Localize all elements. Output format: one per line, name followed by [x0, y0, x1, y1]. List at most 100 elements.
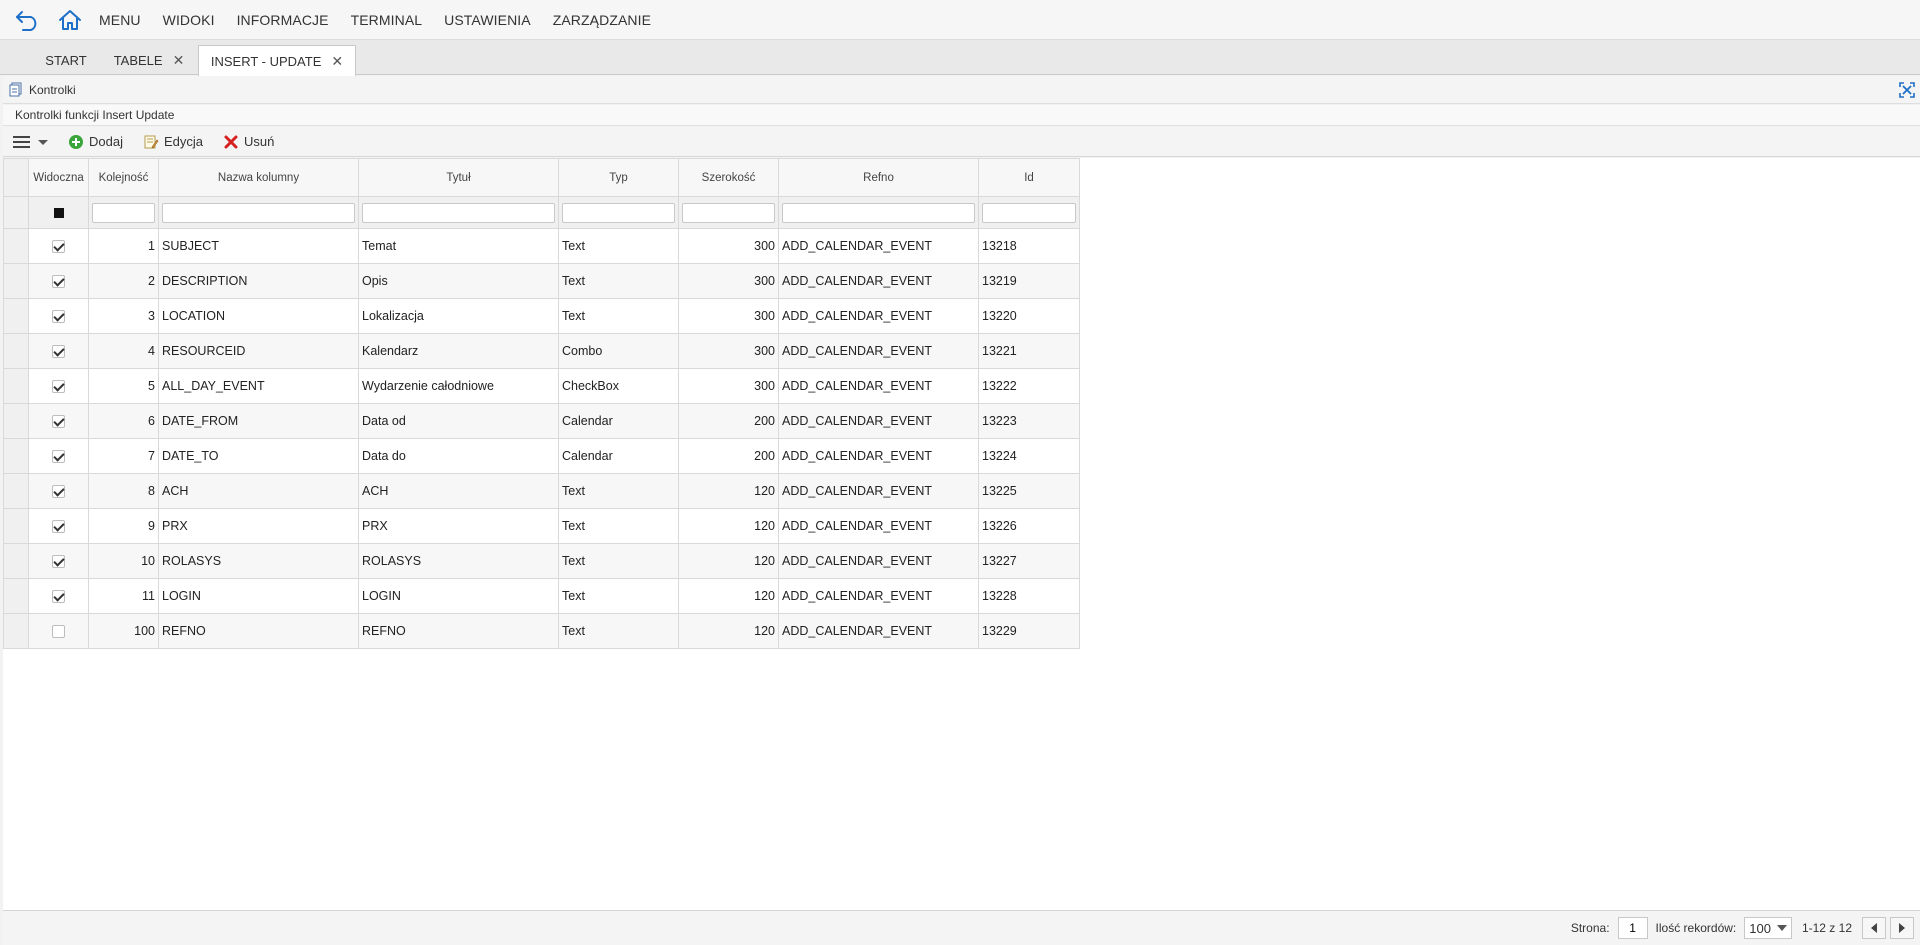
- filter-refno-input[interactable]: [782, 202, 975, 223]
- menu-item-widoki[interactable]: WIDOKI: [163, 12, 215, 28]
- close-icon[interactable]: ✕: [331, 53, 343, 70]
- table-row[interactable]: 11 LOGIN LOGIN Text 120 ADD_CALENDAR_EVE…: [3, 578, 1080, 614]
- checkbox[interactable]: [52, 555, 65, 569]
- table-row[interactable]: 4 RESOURCEID Kalendarz Combo 300 ADD_CAL…: [3, 333, 1080, 369]
- delete-button[interactable]: Usuń: [223, 134, 274, 150]
- checkbox[interactable]: [52, 310, 65, 324]
- visible-cell[interactable]: [28, 613, 89, 649]
- table-row[interactable]: 10 ROLASYS ROLASYS Text 120 ADD_CALENDAR…: [3, 543, 1080, 579]
- title-cell: Data do: [358, 438, 559, 474]
- table-row[interactable]: 6 DATE_FROM Data od Calendar 200 ADD_CAL…: [3, 403, 1080, 439]
- row-header[interactable]: [3, 263, 29, 299]
- row-header[interactable]: [3, 543, 29, 579]
- tab-tabele[interactable]: TABELE ✕: [104, 45, 194, 75]
- filter-typ-input[interactable]: [562, 202, 675, 223]
- width-cell: 300: [678, 263, 779, 299]
- title-cell: Wydarzenie całodniowe: [358, 368, 559, 404]
- table-row[interactable]: 100 REFNO REFNO Text 120 ADD_CALENDAR_EV…: [3, 613, 1080, 649]
- filter-szerokosc-input[interactable]: [682, 202, 775, 223]
- menu-item-ustawienia[interactable]: USTAWIENIA: [444, 12, 531, 28]
- row-header[interactable]: [3, 403, 29, 439]
- row-header[interactable]: [3, 333, 29, 369]
- records-per-page-select[interactable]: 100: [1744, 917, 1792, 939]
- checkbox[interactable]: [52, 415, 65, 429]
- checkbox[interactable]: [52, 275, 65, 289]
- menu-item-menu[interactable]: MENU: [99, 12, 141, 28]
- col-header-id[interactable]: Id: [978, 158, 1080, 197]
- tab-insert-update[interactable]: INSERT - UPDATE ✕: [198, 45, 356, 76]
- visible-cell[interactable]: [28, 333, 89, 369]
- row-header[interactable]: [3, 508, 29, 544]
- width-cell: 120: [678, 613, 779, 649]
- visible-cell[interactable]: [28, 298, 89, 334]
- checkbox[interactable]: [52, 485, 65, 499]
- visible-cell[interactable]: [28, 403, 89, 439]
- visible-cell[interactable]: [28, 508, 89, 544]
- col-header-widoczna[interactable]: Widoczna: [28, 158, 89, 197]
- row-header[interactable]: [3, 473, 29, 509]
- table-row[interactable]: 2 DESCRIPTION Opis Text 300 ADD_CALENDAR…: [3, 263, 1080, 299]
- prev-page-button[interactable]: [1862, 917, 1886, 939]
- menu-item-informacje[interactable]: INFORMACJE: [237, 12, 329, 28]
- refno-cell: ADD_CALENDAR_EVENT: [778, 368, 979, 404]
- checkbox[interactable]: [52, 240, 65, 254]
- filter-id-input[interactable]: [982, 202, 1076, 223]
- close-icon[interactable]: ✕: [173, 52, 185, 69]
- next-page-button[interactable]: [1890, 917, 1914, 939]
- table-row[interactable]: 8 ACH ACH Text 120 ADD_CALENDAR_EVENT 13…: [3, 473, 1080, 509]
- checkbox[interactable]: [52, 520, 65, 534]
- col-header-szerokosc[interactable]: Szerokość: [678, 158, 779, 197]
- checkbox[interactable]: [52, 345, 65, 359]
- checkbox[interactable]: [52, 590, 65, 604]
- maximize-icon[interactable]: [1898, 81, 1916, 99]
- menu-item-terminal[interactable]: TERMINAL: [351, 12, 423, 28]
- table-row[interactable]: 1 SUBJECT Temat Text 300 ADD_CALENDAR_EV…: [3, 228, 1080, 264]
- visible-cell[interactable]: [28, 263, 89, 299]
- edit-button-label: Edycja: [163, 134, 203, 149]
- refno-cell: ADD_CALENDAR_EVENT: [778, 613, 979, 649]
- refno-cell: ADD_CALENDAR_EVENT: [778, 578, 979, 614]
- visible-cell[interactable]: [28, 438, 89, 474]
- refno-cell: ADD_CALENDAR_EVENT: [778, 438, 979, 474]
- table-row[interactable]: 9 PRX PRX Text 120 ADD_CALENDAR_EVENT 13…: [3, 508, 1080, 544]
- row-header[interactable]: [3, 578, 29, 614]
- visible-cell[interactable]: [28, 368, 89, 404]
- checkbox[interactable]: [52, 380, 65, 394]
- table-row[interactable]: 7 DATE_TO Data do Calendar 200 ADD_CALEN…: [3, 438, 1080, 474]
- row-header[interactable]: [3, 438, 29, 474]
- tab-bar: START TABELE ✕ INSERT - UPDATE ✕: [0, 40, 1920, 76]
- row-header[interactable]: [3, 613, 29, 649]
- col-header-nazwa-kolumny[interactable]: Nazwa kolumny: [158, 158, 359, 197]
- filter-tytul-input[interactable]: [362, 202, 555, 223]
- table-row[interactable]: 5 ALL_DAY_EVENT Wydarzenie całodniowe Ch…: [3, 368, 1080, 404]
- checkbox[interactable]: [52, 450, 65, 464]
- id-cell: 13223: [978, 403, 1080, 439]
- checkbox[interactable]: [52, 625, 65, 639]
- row-header[interactable]: [3, 228, 29, 264]
- home-icon[interactable]: [56, 8, 84, 32]
- filter-nazwa-kolumny-input[interactable]: [162, 202, 355, 223]
- col-header-tytul[interactable]: Tytuł: [358, 158, 559, 197]
- filter-visible-checkbox[interactable]: [28, 196, 89, 229]
- page-input[interactable]: [1617, 917, 1648, 939]
- back-arrow-icon[interactable]: [14, 8, 42, 32]
- table-row[interactable]: 3 LOCATION Lokalizacja Text 300 ADD_CALE…: [3, 298, 1080, 334]
- visible-cell[interactable]: [28, 578, 89, 614]
- col-header-kolejnosc[interactable]: Kolejność: [88, 158, 159, 197]
- col-header-refno[interactable]: Refno: [778, 158, 979, 197]
- chevron-left-icon: [1871, 923, 1877, 933]
- edit-button[interactable]: Edycja: [143, 134, 203, 150]
- tab-start[interactable]: START: [30, 45, 102, 75]
- width-cell: 300: [678, 228, 779, 264]
- row-header[interactable]: [3, 368, 29, 404]
- row-header[interactable]: [3, 298, 29, 334]
- refno-cell: ADD_CALENDAR_EVENT: [778, 333, 979, 369]
- visible-cell[interactable]: [28, 473, 89, 509]
- visible-cell[interactable]: [28, 543, 89, 579]
- col-header-typ[interactable]: Typ: [558, 158, 679, 197]
- visible-cell[interactable]: [28, 228, 89, 264]
- toolbar-menu-button[interactable]: [13, 135, 50, 149]
- filter-kolejnosc-input[interactable]: [92, 202, 155, 223]
- menu-item-zarzadzanie[interactable]: ZARZĄDZANIE: [553, 12, 651, 28]
- add-button[interactable]: Dodaj: [68, 134, 123, 150]
